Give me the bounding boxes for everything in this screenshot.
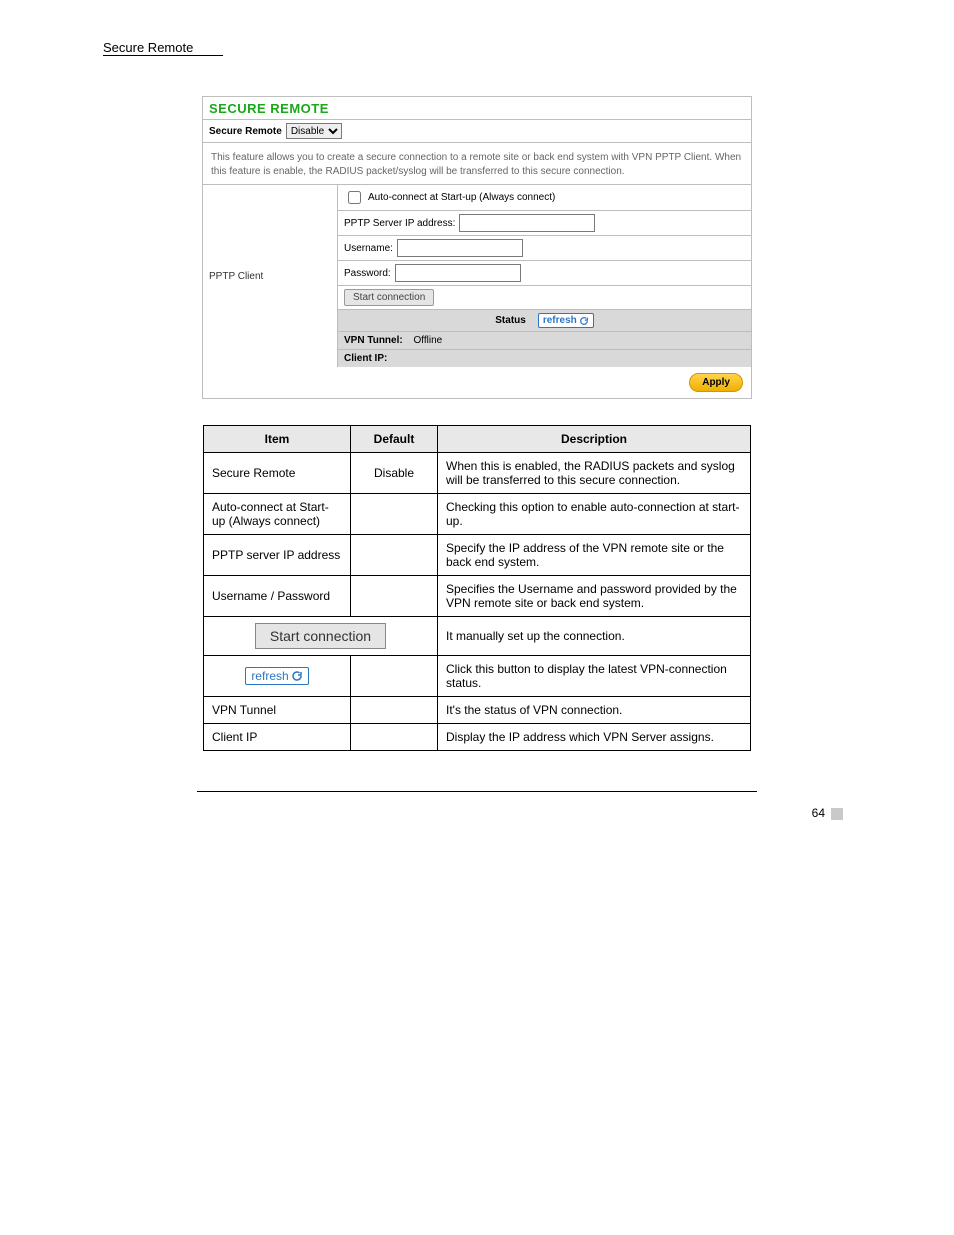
table-row: PPTP server IP address Specify the IP ad…	[204, 535, 751, 576]
refresh-label: refresh	[543, 315, 577, 326]
table-row: Start connection It manually set up the …	[204, 617, 751, 656]
cell-default	[351, 656, 438, 697]
th-desc: Description	[438, 426, 751, 453]
secure-remote-select[interactable]: Disable	[286, 123, 342, 139]
doc-table: Item Default Description Secure Remote D…	[203, 425, 751, 751]
refresh-icon	[291, 670, 303, 682]
password-label: Password:	[344, 268, 391, 279]
cell-refresh-button: refresh	[204, 656, 351, 697]
auto-connect-label: Auto-connect at Start-up (Always connect…	[368, 192, 555, 203]
cell-default	[351, 697, 438, 724]
cell-desc: It manually set up the connection.	[438, 617, 751, 656]
apply-button[interactable]: Apply	[689, 373, 743, 392]
doc-refresh-button: refresh	[245, 667, 308, 685]
cell-desc: When this is enabled, the RADIUS packets…	[438, 453, 751, 494]
table-row: refresh Click this button to display the…	[204, 656, 751, 697]
username-input[interactable]	[397, 239, 523, 257]
section-heading: Secure Remote	[103, 40, 857, 55]
client-ip-label: Client IP:	[344, 353, 387, 364]
table-row: VPN Tunnel It's the status of VPN connec…	[204, 697, 751, 724]
vpn-tunnel-value: Offline	[413, 335, 442, 346]
refresh-button[interactable]: refresh	[538, 313, 594, 328]
vpn-tunnel-label: VPN Tunnel:	[344, 335, 403, 346]
pptp-client-label: PPTP Client	[203, 185, 338, 367]
ip-label: PPTP Server IP address:	[344, 218, 455, 229]
cell-item: Auto-connect at Start-up (Always connect…	[204, 494, 351, 535]
cell-desc: Checking this option to enable auto-conn…	[438, 494, 751, 535]
cell-desc: Specify the IP address of the VPN remote…	[438, 535, 751, 576]
panel-description: This feature allows you to create a secu…	[203, 143, 751, 185]
secure-remote-toggle-row: Secure Remote Disable	[203, 120, 751, 143]
table-row: Auto-connect at Start-up (Always connect…	[204, 494, 751, 535]
auto-connect-checkbox[interactable]	[348, 191, 361, 204]
apply-row: Apply	[203, 367, 751, 398]
cell-item: Secure Remote	[204, 453, 351, 494]
table-row: Secure Remote Disable When this is enabl…	[204, 453, 751, 494]
cell-item: Username / Password	[204, 576, 351, 617]
cell-desc: Specifies the Username and password prov…	[438, 576, 751, 617]
toggle-label: Secure Remote	[209, 126, 282, 137]
panel-title: SECURE REMOTE	[203, 97, 751, 120]
cell-item: VPN Tunnel	[204, 697, 351, 724]
page-box-icon	[831, 808, 843, 820]
table-row: Username / Password Specifies the Userna…	[204, 576, 751, 617]
table-row: Client IP Display the IP address which V…	[204, 724, 751, 751]
page-number: 64	[808, 804, 847, 822]
cell-item: Client IP	[204, 724, 351, 751]
cell-desc: Click this button to display the latest …	[438, 656, 751, 697]
cell-default	[351, 535, 438, 576]
th-default: Default	[351, 426, 438, 453]
cell-start-button: Start connection	[204, 617, 438, 656]
section-rule	[103, 55, 223, 56]
refresh-icon	[579, 316, 589, 326]
cell-default	[351, 576, 438, 617]
secure-remote-panel: SECURE REMOTE Secure Remote Disable This…	[202, 96, 752, 399]
doc-start-connection-button: Start connection	[255, 623, 386, 649]
doc-refresh-label: refresh	[251, 669, 288, 683]
cell-desc: It's the status of VPN connection.	[438, 697, 751, 724]
cell-default	[351, 724, 438, 751]
cell-item: PPTP server IP address	[204, 535, 351, 576]
cell-default	[351, 494, 438, 535]
status-label: Status	[495, 315, 526, 326]
cell-default: Disable	[351, 453, 438, 494]
pptp-client-row: PPTP Client Auto-connect at Start-up (Al…	[203, 185, 751, 367]
start-connection-button[interactable]: Start connection	[344, 289, 434, 306]
pptp-ip-input[interactable]	[459, 214, 595, 232]
footer-rule	[197, 791, 757, 792]
password-input[interactable]	[395, 264, 521, 282]
th-item: Item	[204, 426, 351, 453]
username-label: Username:	[344, 243, 393, 254]
cell-desc: Display the IP address which VPN Server …	[438, 724, 751, 751]
